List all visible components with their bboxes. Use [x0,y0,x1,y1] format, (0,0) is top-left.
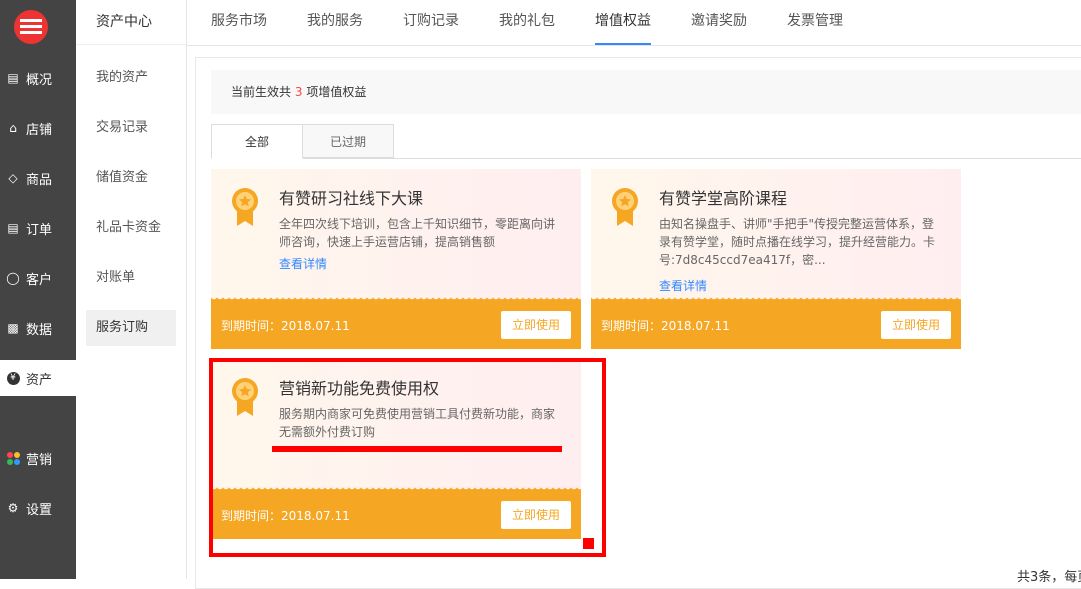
filter-tabs: 全部 已过期 [211,124,1081,159]
nav-item-label: 概况 [26,72,53,88]
store-icon: ⌂ [9,121,17,135]
card-footer: 到期时间：2018.07.11 立即使用 [591,296,961,349]
nav-item-label: 客户 [26,272,53,288]
nav-item-label: 订单 [26,222,53,238]
nav-item-label: 营销 [26,452,53,468]
nav-item-label: 设置 [26,502,53,518]
subnav-item-service-order[interactable]: 服务订购 [86,310,176,346]
subnav-item-my-assets[interactable]: 我的资产 [86,60,176,96]
nav-item-goods[interactable]: ◇ 商品 [0,160,76,196]
view-details-link[interactable]: 查看详情 [659,277,707,294]
tab-value-added-rights[interactable]: 增值权益 [595,0,651,45]
tab-invoice-management[interactable]: 发票管理 [787,0,843,45]
tab-order-records[interactable]: 订购记录 [403,0,459,45]
marketing-dots-icon [6,451,20,465]
top-tabs: 服务市场 我的服务 订购记录 我的礼包 增值权益 邀请奖励 发票管理 [187,0,1081,46]
tag-icon: ◇ [8,171,18,185]
filter-tab-expired[interactable]: 已过期 [302,124,394,158]
annotation-underline [272,446,562,452]
nav-item-settings[interactable]: ⚙ 设置 [0,490,76,526]
tab-my-gifts[interactable]: 我的礼包 [499,0,555,45]
expire-date: 到期时间：2018.07.11 [601,319,730,333]
card-footer: 到期时间：2018.07.11 立即使用 [211,296,581,349]
subnav-item-stored-funds[interactable]: 储值资金 [86,160,176,196]
gear-icon: ⚙ [7,501,19,515]
main-nav: ▤ 概况 ⌂ 店铺 ◇ 商品 ▤ 订单 ◯ 客户 ▩ 数据 ¥ 资产 营销 ⚙ … [0,0,76,579]
rights-summary: 当前生效共 3 项增值权益 [211,70,1081,114]
subnav-item-transactions[interactable]: 交易记录 [86,110,176,146]
card-title: 有赞学堂高阶课程 [659,189,788,208]
subnav-item-giftcard-funds[interactable]: 礼品卡资金 [86,210,176,246]
medal-icon [612,188,638,226]
asset-center-nav: 资产中心 我的资产 交易记录 储值资金 礼品卡资金 对账单 服务订购 [76,0,187,579]
nav-item-data[interactable]: ▩ 数据 [0,310,76,346]
dashboard-icon: ▤ [7,71,19,85]
use-now-button[interactable]: 立即使用 [881,311,951,339]
expire-date: 到期时间：2018.07.11 [221,319,350,333]
medal-icon [232,188,258,226]
card-description: 全年四次线下培训，包含上千知识细节，零距离向讲师咨询，快速上手运营店铺，提高销售… [279,217,556,249]
nav-item-store[interactable]: ⌂ 店铺 [0,110,76,146]
annotation-highlight-box [209,358,606,557]
tab-service-market[interactable]: 服务市场 [211,0,267,45]
use-now-button[interactable]: 立即使用 [501,311,571,339]
user-icon: ◯ [6,271,20,285]
nav-item-marketing[interactable]: 营销 [0,440,76,476]
tab-my-services[interactable]: 我的服务 [307,0,363,45]
tab-invite-rewards[interactable]: 邀请奖励 [691,0,747,45]
nav-item-label: 资产 [26,372,53,388]
card-title: 有赞研习社线下大课 [279,189,424,208]
nav-item-orders[interactable]: ▤ 订单 [0,210,76,246]
logo-icon[interactable] [14,10,48,44]
card-description: 由知名操盘手、讲师"手把手"传授完整运营体系，登录有赞学堂，随时点播在线学习，提… [659,217,936,267]
rights-card: 有赞研习社线下大课 全年四次线下培训，包含上千知识细节，零距离向讲师咨询，快速上… [211,169,581,349]
rights-count: 3 [294,85,303,99]
nav-item-label: 店铺 [26,122,53,138]
view-details-link[interactable]: 查看详情 [279,255,327,272]
order-icon: ▤ [7,221,19,235]
annotation-marker [583,538,594,549]
filter-tab-all[interactable]: 全部 [211,124,303,159]
yen-coin-icon: ¥ [6,371,20,385]
subnav-item-statement[interactable]: 对账单 [86,260,176,296]
pagination-summary: 共3条，每页 [1017,570,1081,585]
rights-card: 有赞学堂高阶课程 由知名操盘手、讲师"手把手"传授完整运营体系，登录有赞学堂，随… [591,169,961,349]
nav-item-customers[interactable]: ◯ 客户 [0,260,76,296]
subnav-title: 资产中心 [76,0,186,45]
nav-item-overview[interactable]: ▤ 概况 [0,60,76,96]
nav-item-label: 数据 [26,322,53,338]
nav-item-assets[interactable]: ¥ 资产 [0,360,76,396]
nav-item-label: 商品 [26,172,53,188]
chart-icon: ▩ [7,321,19,335]
